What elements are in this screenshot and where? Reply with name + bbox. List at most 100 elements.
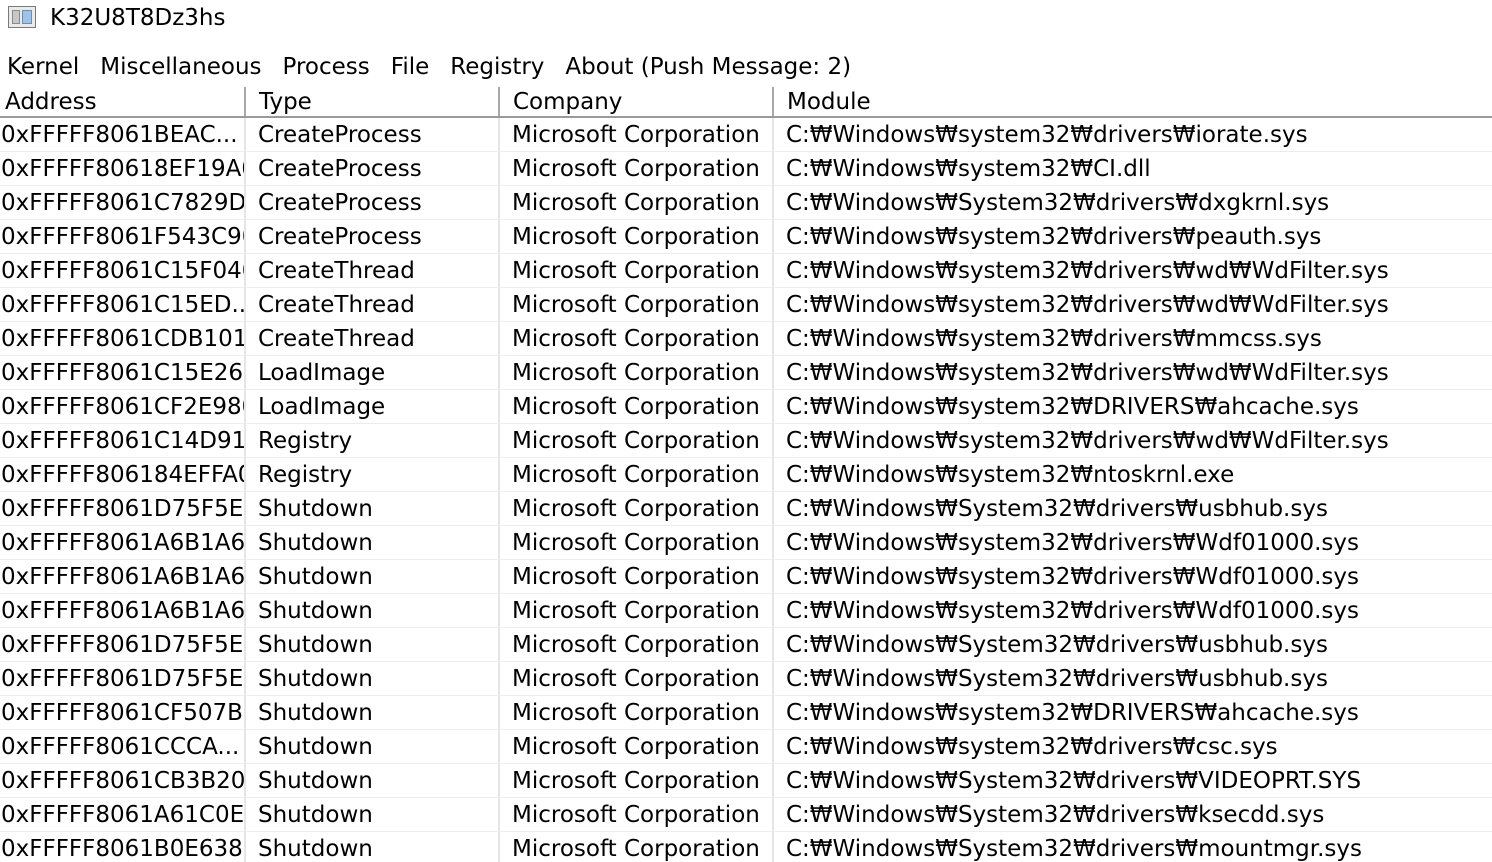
type-cell: Registry xyxy=(246,424,500,458)
window-app-icon[interactable] xyxy=(8,6,36,28)
module-cell: C:₩Windows₩system32₩drivers₩wd₩WdFilter.… xyxy=(774,288,1492,322)
window-title: K32U8T8Dz3hs xyxy=(50,5,226,31)
column-header-type[interactable]: Type xyxy=(246,87,500,116)
company-cell: Microsoft Corporation xyxy=(500,322,774,356)
address-cell: 0xFFFFF8061CDB1010 xyxy=(0,322,246,356)
address-cell: 0xFFFFF8061F543C90 xyxy=(0,220,246,254)
address-cell: 0xFFFFF8061D75F5E0 xyxy=(0,662,246,696)
type-cell: Shutdown xyxy=(246,798,500,832)
module-cell: C:₩Windows₩system32₩DRIVERS₩ahcache.sys xyxy=(774,696,1492,730)
address-cell: 0xFFFFF8061B0E6380 xyxy=(0,832,246,862)
module-cell: C:₩Windows₩system32₩drivers₩Wdf01000.sys xyxy=(774,594,1492,628)
module-cell: C:₩Windows₩system32₩drivers₩peauth.sys xyxy=(774,220,1492,254)
company-cell: Microsoft Corporation xyxy=(500,424,774,458)
company-cell: Microsoft Corporation xyxy=(500,696,774,730)
column-header-company[interactable]: Company xyxy=(500,87,774,116)
table-row[interactable]: 0xFFFFF8061A6B1A60 Shutdown Microsoft Corp… xyxy=(0,526,1492,560)
callback-list-view[interactable]: Address Type Company Module 0xFFFFF8061B… xyxy=(0,87,1492,862)
table-row[interactable]: 0xFFFFF8061A61C0E0 Shutdown Microsoft Corp… xyxy=(0,798,1492,832)
company-cell: Microsoft Corporation xyxy=(500,594,774,628)
module-cell: C:₩Windows₩System32₩drivers₩ksecdd.sys xyxy=(774,798,1492,832)
module-cell: C:₩Windows₩System32₩drivers₩usbhub.sys xyxy=(774,628,1492,662)
table-row[interactable]: 0xFFFFF8061CF507B0 Shutdown Microsoft Corp… xyxy=(0,696,1492,730)
type-cell: LoadImage xyxy=(246,390,500,424)
address-cell: 0xFFFFF8061A61C0E0 xyxy=(0,798,246,832)
table-row[interactable]: 0xFFFFF80618EF19A0 CreateProcess Microsoft… xyxy=(0,152,1492,186)
table-row[interactable]: 0xFFFFF8061CF2E980 LoadImage Microsoft Cor… xyxy=(0,390,1492,424)
table-row[interactable]: 0xFFFFF8061A6B1A60 Shutdown Microsoft Corp… xyxy=(0,594,1492,628)
company-cell: Microsoft Corporation xyxy=(500,390,774,424)
address-cell: 0xFFFFF80618EF19A0 xyxy=(0,152,246,186)
type-cell: Shutdown xyxy=(246,526,500,560)
company-cell: Microsoft Corporation xyxy=(500,118,774,152)
address-cell: 0xFFFFF8061CCCA... xyxy=(0,730,246,764)
menu-about[interactable]: About (Push Message: 2) xyxy=(558,50,858,86)
company-cell: Microsoft Corporation xyxy=(500,186,774,220)
company-cell: Microsoft Corporation xyxy=(500,288,774,322)
app-icon-part xyxy=(12,10,20,24)
table-row[interactable]: 0xFFFFF8061D75F5E0 Shutdown Microsoft Corp… xyxy=(0,628,1492,662)
module-cell: C:₩Windows₩system32₩drivers₩Wdf01000.sys xyxy=(774,526,1492,560)
type-cell: CreateThread xyxy=(246,254,500,288)
menu-process[interactable]: Process xyxy=(276,50,377,86)
module-cell: C:₩Windows₩system32₩drivers₩Wdf01000.sys xyxy=(774,560,1492,594)
company-cell: Microsoft Corporation xyxy=(500,220,774,254)
type-cell: Shutdown xyxy=(246,628,500,662)
column-header-address[interactable]: Address xyxy=(0,87,246,116)
company-cell: Microsoft Corporation xyxy=(500,832,774,862)
table-row[interactable]: 0xFFFFF8061C15F040 CreateThread Microsoft … xyxy=(0,254,1492,288)
table-row[interactable]: 0xFFFFF8061D75F5E0 Shutdown Microsoft Corp… xyxy=(0,492,1492,526)
table-row[interactable]: 0xFFFFF8061C15E260 LoadImage Microsoft Cor… xyxy=(0,356,1492,390)
type-cell: CreateThread xyxy=(246,322,500,356)
company-cell: Microsoft Corporation xyxy=(500,458,774,492)
type-cell: Shutdown xyxy=(246,662,500,696)
address-cell: 0xFFFFF8061C15ED... xyxy=(0,288,246,322)
module-cell: C:₩Windows₩System32₩drivers₩dxgkrnl.sys xyxy=(774,186,1492,220)
menu-miscellaneous[interactable]: Miscellaneous xyxy=(93,50,268,86)
type-cell: CreateProcess xyxy=(246,152,500,186)
module-cell: C:₩Windows₩system32₩DRIVERS₩ahcache.sys xyxy=(774,390,1492,424)
table-row[interactable]: 0xFFFFF8061C7829D0 CreateProcess Microsoft… xyxy=(0,186,1492,220)
table-row[interactable]: 0xFFFFF8061B0E6380 Shutdown Microsoft Corp… xyxy=(0,832,1492,862)
module-cell: C:₩Windows₩system32₩drivers₩wd₩WdFilter.… xyxy=(774,356,1492,390)
company-cell: Microsoft Corporation xyxy=(500,560,774,594)
table-row[interactable]: 0xFFFFF8061BEAC... CreateProcess Microsoft… xyxy=(0,118,1492,152)
table-row[interactable]: 0xFFFFF8061C15ED... CreateThread Microsoft… xyxy=(0,288,1492,322)
company-cell: Microsoft Corporation xyxy=(500,730,774,764)
company-cell: Microsoft Corporation xyxy=(500,152,774,186)
module-cell: C:₩Windows₩system32₩drivers₩mmcss.sys xyxy=(774,322,1492,356)
menu-file[interactable]: File xyxy=(384,50,437,86)
table-row[interactable]: 0xFFFFF8061CB3B200 Shutdown Microsoft Corp… xyxy=(0,764,1492,798)
company-cell: Microsoft Corporation xyxy=(500,356,774,390)
address-cell: 0xFFFFF8061A6B1A60 xyxy=(0,526,246,560)
type-cell: Shutdown xyxy=(246,730,500,764)
address-cell: 0xFFFFF8061D75F5E0 xyxy=(0,492,246,526)
type-cell: Shutdown xyxy=(246,696,500,730)
address-cell: 0xFFFFF8061D75F5E0 xyxy=(0,628,246,662)
column-header-module[interactable]: Module xyxy=(774,87,1492,116)
menu-registry[interactable]: Registry xyxy=(443,50,551,86)
type-cell: LoadImage xyxy=(246,356,500,390)
table-row[interactable]: 0xFFFFF8061D75F5E0 Shutdown Microsoft Corp… xyxy=(0,662,1492,696)
module-cell: C:₩Windows₩system32₩CI.dll xyxy=(774,152,1492,186)
type-cell: CreateThread xyxy=(246,288,500,322)
list-rows: 0xFFFFF8061BEAC... CreateProcess Microsoft… xyxy=(0,118,1492,862)
table-row[interactable]: 0xFFFFF8061CDB1010 CreateThread Microsoft … xyxy=(0,322,1492,356)
company-cell: Microsoft Corporation xyxy=(500,492,774,526)
table-row[interactable]: 0xFFFFF8061A6B1A60 Shutdown Microsoft Corp… xyxy=(0,560,1492,594)
company-cell: Microsoft Corporation xyxy=(500,628,774,662)
menu-bar: Kernel Miscellaneous Process File Regist… xyxy=(0,50,1492,86)
table-row[interactable]: 0xFFFFF8061F543C90 CreateProcess Microsoft… xyxy=(0,220,1492,254)
module-cell: C:₩Windows₩System32₩drivers₩usbhub.sys xyxy=(774,662,1492,696)
list-header: Address Type Company Module xyxy=(0,87,1492,118)
module-cell: C:₩Windows₩system32₩ntoskrnl.exe xyxy=(774,458,1492,492)
type-cell: Shutdown xyxy=(246,594,500,628)
table-row[interactable]: 0xFFFFF806184EFFA0 Registry Microsoft Corp… xyxy=(0,458,1492,492)
table-row[interactable]: 0xFFFFF8061CCCA... Shutdown Microsoft Corp… xyxy=(0,730,1492,764)
type-cell: Shutdown xyxy=(246,764,500,798)
company-cell: Microsoft Corporation xyxy=(500,662,774,696)
menu-kernel[interactable]: Kernel xyxy=(0,50,86,86)
address-cell: 0xFFFFF8061CB3B200 xyxy=(0,764,246,798)
company-cell: Microsoft Corporation xyxy=(500,798,774,832)
table-row[interactable]: 0xFFFFF8061C14D910 Registry Microsoft Corp… xyxy=(0,424,1492,458)
